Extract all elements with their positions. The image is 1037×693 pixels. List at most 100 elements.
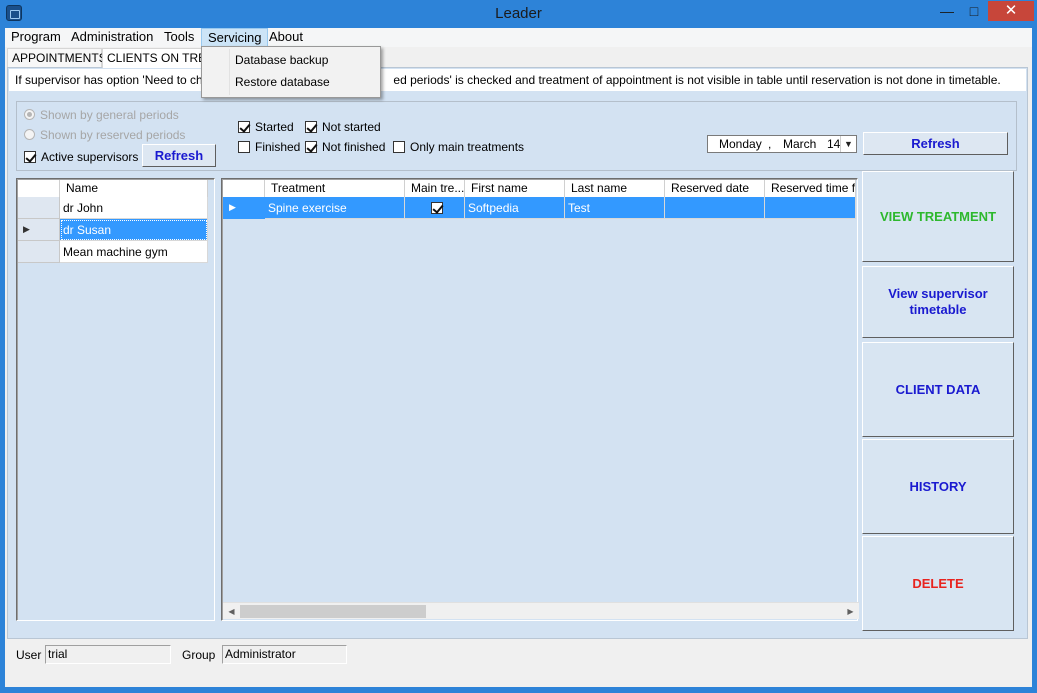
checkbox-indicator [305, 141, 317, 153]
info-bar: If supervisor has option 'Need to chec ed… [9, 69, 1026, 91]
current-row-icon: ▶ [229, 202, 236, 212]
menu-about[interactable]: About [263, 28, 309, 47]
cell-reserved-time[interactable] [765, 197, 856, 219]
user-label: User [16, 648, 42, 662]
radio-general-periods[interactable]: Shown by general periods [24, 107, 179, 123]
info-text-right: ed periods' is checked and treatment of … [393, 73, 1001, 87]
delete-button[interactable]: DELETE [862, 536, 1014, 631]
date-picker[interactable]: Monday , March 14 ▼ [707, 135, 857, 153]
view-timetable-label: View supervisor timetable [888, 286, 988, 317]
checkbox-indicator [305, 121, 317, 133]
checkbox-indicator [238, 141, 250, 153]
column-header-main-treatment[interactable]: Main tre... [405, 180, 465, 197]
info-text-left: If supervisor has option 'Need to chec [15, 73, 216, 87]
supervisor-row[interactable]: Mean machine gym [60, 241, 208, 263]
window-client-area: Program Administration Tools Servicing A… [5, 28, 1032, 687]
checkbox-label: Finished [255, 140, 301, 154]
menu-tools[interactable]: Tools [158, 28, 200, 47]
client-data-label: CLIENT DATA [895, 381, 981, 397]
row-header-corner [223, 180, 265, 197]
window-title: Leader [495, 5, 542, 22]
main-treatment-checkbox[interactable] [431, 202, 443, 214]
cell-last-name[interactable]: Test [565, 197, 665, 219]
view-supervisor-timetable-button[interactable]: View supervisor timetable [862, 266, 1014, 338]
history-label: HISTORY [909, 478, 967, 494]
radio-reserved-periods[interactable]: Shown by reserved periods [24, 127, 185, 143]
title-bar: Leader — □ ✕ [0, 0, 1037, 28]
checkbox-indicator [238, 121, 250, 133]
cell-first-name[interactable]: Softpedia [465, 197, 565, 219]
minimize-button[interactable]: — [934, 1, 960, 21]
checkbox-indicator [24, 151, 36, 163]
checkbox-label: Only main treatments [410, 140, 525, 154]
cell-reserved-date[interactable] [665, 197, 765, 219]
checkbox-active-supervisors[interactable]: Active supervisors [24, 149, 138, 165]
close-button[interactable]: ✕ [988, 1, 1034, 21]
chevron-down-icon[interactable]: ▼ [840, 136, 856, 152]
checkbox-label: Started [255, 120, 294, 134]
checkbox-label: Active supervisors [41, 150, 139, 164]
checkbox-not-finished[interactable]: Not finished [305, 139, 385, 155]
row-selector[interactable] [18, 197, 60, 219]
checkbox-label: Not started [322, 120, 381, 134]
column-header-treatment[interactable]: Treatment [265, 180, 405, 197]
radio-indicator [24, 109, 35, 120]
grid-header: Treatment Main tre... First name Last na… [223, 180, 856, 197]
checkbox-only-main-treatments[interactable]: Only main treatments [393, 139, 524, 155]
refresh-treatments-button[interactable]: Refresh [863, 132, 1008, 155]
cell-main-treatment[interactable] [405, 197, 465, 219]
view-treatment-label: VIEW TREATMENT [879, 208, 997, 224]
menu-program[interactable]: Program [5, 28, 67, 47]
cell-treatment[interactable]: Spine exercise [265, 197, 405, 219]
column-header-last-name[interactable]: Last name [565, 180, 665, 197]
supervisors-grid[interactable]: Name dr John ▶ dr Susan Mean machine gym [16, 178, 215, 621]
delete-label: DELETE [912, 575, 964, 591]
group-field: Administrator [222, 645, 347, 664]
scroll-right-icon[interactable]: ▶ [842, 603, 859, 620]
supervisor-row[interactable]: dr John [60, 197, 208, 219]
checkbox-indicator [393, 141, 405, 153]
horizontal-scrollbar[interactable]: ◀ ▶ [223, 602, 859, 619]
column-header-reserved-time[interactable]: Reserved time fr... [765, 180, 856, 197]
history-button[interactable]: HISTORY [862, 439, 1014, 534]
checkbox-finished[interactable]: Finished [238, 139, 300, 155]
checkbox-label: Not finished [322, 140, 386, 154]
date-separator: , [768, 137, 772, 151]
radio-label: Shown by general periods [40, 108, 179, 122]
tab-appointments[interactable]: APPOINTMENTS [7, 48, 107, 68]
menu-item-database-backup[interactable]: Database backup [204, 49, 378, 71]
minimize-icon: — [940, 3, 954, 19]
radio-label: Shown by reserved periods [40, 128, 186, 142]
checkbox-not-started[interactable]: Not started [305, 119, 381, 135]
close-icon: ✕ [1004, 2, 1018, 19]
column-header-reserved-date[interactable]: Reserved date [665, 180, 765, 197]
servicing-dropdown-menu: Database backup Restore database [201, 46, 381, 98]
menu-item-restore-database[interactable]: Restore database [204, 71, 378, 93]
row-selector[interactable]: ▶ [18, 219, 60, 241]
scrollbar-thumb[interactable] [240, 605, 426, 618]
date-month: March [783, 137, 817, 151]
table-row[interactable]: ▶ Spine exercise Softpedia Test [223, 197, 856, 219]
user-field: trial [45, 645, 171, 664]
checkbox-started[interactable]: Started [238, 119, 294, 135]
supervisor-row-selected[interactable]: dr Susan [60, 219, 208, 241]
client-data-button[interactable]: CLIENT DATA [862, 342, 1014, 437]
treatments-grid[interactable]: Treatment Main tre... First name Last na… [221, 178, 858, 621]
current-row-icon: ▶ [23, 224, 30, 234]
view-treatment-button[interactable]: VIEW TREATMENT [862, 171, 1014, 262]
column-header-name[interactable]: Name [60, 180, 208, 197]
group-label: Group [182, 648, 216, 662]
maximize-icon: □ [969, 3, 979, 19]
date-day-number: 14 [827, 137, 841, 151]
grid-header: Name [18, 180, 208, 197]
tab-clients-on-treatment[interactable]: CLIENTS ON TREA [102, 48, 202, 68]
row-selector[interactable]: ▶ [223, 197, 265, 219]
column-header-first-name[interactable]: First name [465, 180, 565, 197]
scroll-left-icon[interactable]: ◀ [223, 603, 240, 620]
menu-administration[interactable]: Administration [65, 28, 159, 47]
refresh-supervisors-button[interactable]: Refresh [142, 144, 216, 167]
menu-servicing[interactable]: Servicing [201, 28, 269, 47]
date-day: Monday [719, 137, 762, 151]
row-selector[interactable] [18, 241, 60, 263]
maximize-button[interactable]: □ [961, 1, 987, 21]
